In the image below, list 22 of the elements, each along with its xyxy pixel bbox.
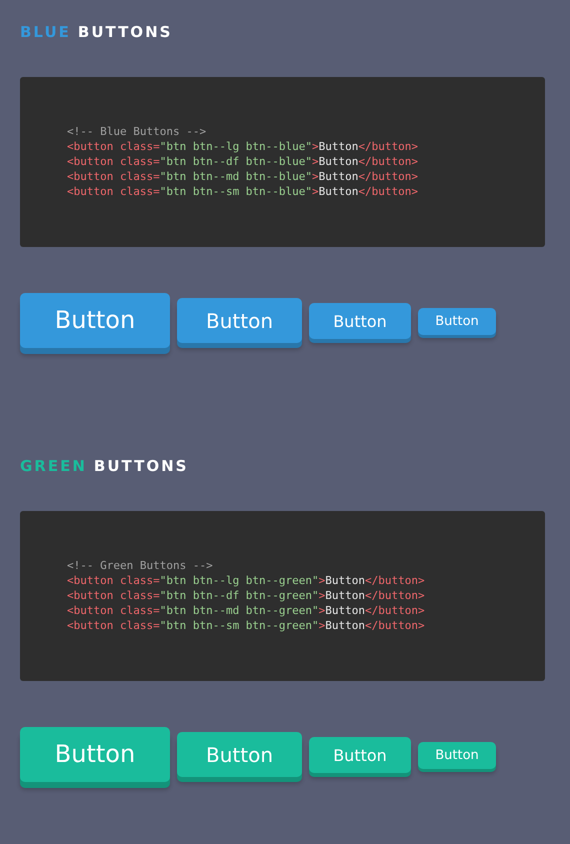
demo-button[interactable]: Button <box>309 737 411 773</box>
section-title: BUTTONS <box>94 456 188 476</box>
code-line: <button class="btn btn--df btn--blue">Button</button> <box>67 154 420 169</box>
code-line: <button class="btn btn--lg btn--green">Button</button> <box>67 573 426 588</box>
demo-button[interactable]: Button <box>177 298 302 343</box>
demo-button[interactable]: Button <box>177 732 302 777</box>
demo-button[interactable]: Button <box>309 303 411 339</box>
section-title-accent: GREEN <box>20 456 87 476</box>
demo-button[interactable]: Button <box>20 726 170 782</box>
code-line: <button class="btn btn--df btn--green">Button</button> <box>67 588 426 603</box>
demo-button[interactable]: Button <box>418 308 496 335</box>
code-line: <button class="btn btn--sm btn--blue">Button</button> <box>67 184 420 199</box>
section-title: BUTTONS <box>78 22 172 42</box>
section-title-accent: BLUE <box>20 22 71 42</box>
code-line: <button class="btn btn--md btn--blue">Button</button> <box>67 169 420 184</box>
code-line: <!-- Blue Buttons --> <box>67 124 208 139</box>
code-line: <button class="btn btn--sm btn--green">Button</button> <box>67 618 426 633</box>
demo-button[interactable]: Button <box>20 292 170 348</box>
code-line: <!-- Green Buttons --> <box>67 558 214 573</box>
demo-button[interactable]: Button <box>418 742 496 769</box>
code-line: <button class="btn btn--md btn--green">Button</button> <box>67 603 426 618</box>
code-line: <button class="btn btn--lg btn--blue">Button</button> <box>67 139 420 154</box>
